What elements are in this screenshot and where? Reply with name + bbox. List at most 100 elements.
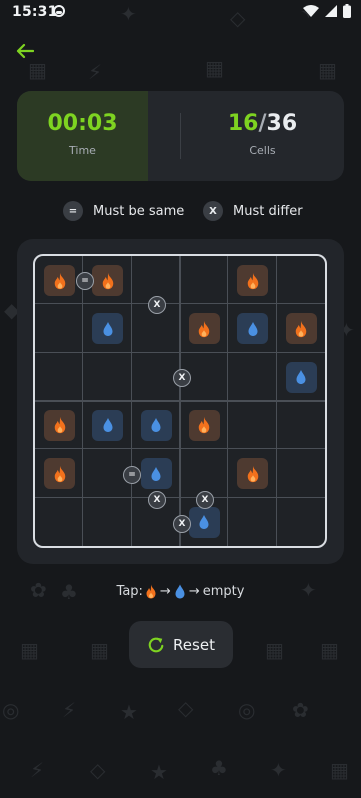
hint-arrow-2: → (188, 584, 200, 599)
flame-icon (199, 417, 210, 434)
back-button[interactable] (12, 38, 38, 64)
water-drop-icon (296, 370, 306, 385)
app-status-icon (53, 5, 65, 17)
equal-constraint: = (123, 466, 141, 484)
flame-icon (54, 417, 65, 434)
hint-arrow-1: → (159, 584, 171, 599)
board-cell[interactable] (180, 256, 228, 304)
flame-piece (237, 458, 269, 490)
water-drop-icon (199, 515, 209, 530)
board-cell[interactable] (35, 401, 83, 449)
water-drop-piece (140, 458, 172, 490)
timer-label: Time (69, 144, 96, 157)
water-drop-piece (237, 313, 269, 345)
flame-icon (247, 465, 259, 482)
board-cell[interactable] (228, 256, 276, 304)
water-drop-icon (103, 418, 113, 433)
differ-constraint: X (148, 296, 166, 314)
board-cell[interactable] (228, 401, 276, 449)
status-icons (303, 4, 351, 18)
hint-prefix: Tap: (116, 584, 143, 599)
status-time: 15:31 (12, 4, 58, 20)
flame-piece (188, 313, 220, 345)
legend-same-label: Must be same (93, 203, 185, 219)
status-bar: 15:31 (0, 0, 361, 26)
board-cell[interactable] (180, 401, 228, 449)
cells-label: Cells (249, 144, 276, 157)
flame-piece (237, 265, 269, 296)
board-cell[interactable] (83, 304, 131, 352)
arrow-left-icon (16, 43, 34, 59)
flame-icon (247, 272, 259, 289)
time-panel (17, 91, 148, 181)
board-cell[interactable] (35, 498, 83, 546)
wifi-icon (303, 5, 319, 17)
flame-piece (285, 313, 317, 345)
water-drop-icon (103, 321, 113, 336)
differ-constraint: X (173, 369, 191, 387)
differ-constraint: X (148, 491, 166, 509)
legend-differ: X Must differ (203, 199, 303, 223)
flame-piece (44, 265, 75, 296)
stats-card: 00:03 Time 16/36 Cells (17, 91, 344, 181)
timer-value: 00:03 (47, 111, 118, 136)
water-drop-piece (285, 361, 317, 393)
cross-icon: X (203, 201, 223, 221)
board-cell[interactable] (277, 449, 325, 497)
water-drop-piece (140, 409, 172, 441)
cells-filled: 16 (227, 111, 259, 136)
board-cell[interactable] (228, 449, 276, 497)
water-drop-icon (248, 321, 258, 336)
water-drop-piece (92, 313, 124, 345)
differ-constraint: X (196, 491, 214, 509)
board-cell[interactable] (35, 304, 83, 352)
flame-piece (92, 265, 124, 296)
hint-suffix: empty (202, 584, 245, 599)
flame-icon (295, 320, 307, 337)
water-drop-piece (188, 506, 220, 538)
flame-icon (54, 465, 65, 482)
flame-piece (44, 409, 75, 441)
board-cell[interactable] (277, 498, 325, 546)
tap-hint: Tap: → → empty (0, 584, 361, 599)
cells-total: 36 (266, 111, 298, 136)
flame-piece (188, 409, 220, 441)
board-cell[interactable] (132, 401, 180, 449)
reset-label: Reset (173, 635, 215, 654)
board-cell[interactable] (277, 401, 325, 449)
flame-piece (44, 458, 75, 490)
legend-differ-label: Must differ (233, 203, 303, 219)
equal-constraint: = (76, 272, 94, 290)
flame-icon (102, 272, 114, 289)
board-cell[interactable] (228, 498, 276, 546)
water-drop-icon (151, 466, 161, 481)
water-drop-icon (151, 418, 161, 433)
board-cell[interactable] (83, 401, 131, 449)
board-cell[interactable] (277, 304, 325, 352)
board-cell[interactable] (277, 256, 325, 304)
equal-icon: = (63, 201, 83, 221)
differ-constraint: X (173, 515, 191, 533)
board-cell[interactable] (35, 353, 83, 401)
refresh-icon (148, 637, 164, 652)
board-cell[interactable] (35, 449, 83, 497)
reset-button[interactable]: Reset (129, 621, 233, 668)
board-cell[interactable] (180, 304, 228, 352)
flame-icon (54, 272, 65, 289)
legend-same: = Must be same (63, 199, 184, 223)
constraint-legend: = Must be same X Must differ (0, 199, 361, 223)
flame-icon (146, 584, 156, 599)
water-drop-piece (92, 409, 124, 441)
signal-icon (325, 5, 337, 17)
cells-progress: 16/36 (181, 111, 344, 136)
board-cell[interactable] (277, 353, 325, 401)
battery-icon (343, 4, 351, 18)
board-cell[interactable] (83, 353, 131, 401)
water-drop-icon (175, 584, 185, 599)
game-board: = X X = X X X (33, 254, 327, 548)
flame-icon (199, 320, 210, 337)
board-cell[interactable] (228, 353, 276, 401)
cells-separator: / (258, 111, 267, 136)
board-cell[interactable] (83, 498, 131, 546)
board-cell[interactable] (228, 304, 276, 352)
